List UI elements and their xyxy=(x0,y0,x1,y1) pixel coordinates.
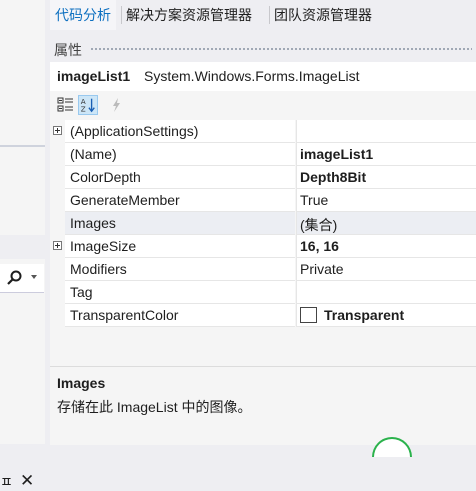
property-name-cell[interactable]: ImageSize xyxy=(65,235,295,258)
dropdown-arrow-icon[interactable] xyxy=(31,275,37,279)
property-value-cell[interactable]: True xyxy=(296,189,476,212)
property-name: Images xyxy=(70,215,116,231)
left-pane-content xyxy=(0,296,45,444)
property-name-cell[interactable]: (ApplicationSettings) xyxy=(65,120,295,143)
object-name: imageList1 xyxy=(57,68,131,84)
title-grip xyxy=(90,47,472,52)
property-name: ImageSize xyxy=(70,238,137,254)
property-value: Depth8Bit xyxy=(300,169,367,185)
property-value-cell[interactable]: 16, 16 xyxy=(296,235,476,258)
property-value: 16, 16 xyxy=(300,238,339,254)
description-title: Images xyxy=(57,375,106,391)
property-row[interactable]: ImageSize 16, 16 xyxy=(50,235,476,258)
property-name: GenerateMember xyxy=(70,192,180,208)
property-value: True xyxy=(300,192,329,208)
property-name: Tag xyxy=(70,284,93,300)
property-row[interactable]: ColorDepth Depth8Bit xyxy=(50,166,476,189)
property-name: Modifiers xyxy=(70,261,127,277)
property-name-cell[interactable]: Modifiers xyxy=(65,258,295,281)
property-name-cell[interactable]: Tag xyxy=(65,281,295,304)
tab-label: 团队资源管理器 xyxy=(274,7,372,23)
property-value: (集合) xyxy=(300,217,338,233)
alphabetical-icon[interactable]: A Z xyxy=(78,95,98,115)
left-search-box[interactable] xyxy=(0,264,44,293)
property-value-cell[interactable]: Transparent xyxy=(296,304,476,327)
tab-code-analysis[interactable]: 代码分析 xyxy=(50,0,116,30)
property-row[interactable]: TransparentColor Transparent xyxy=(50,304,476,327)
property-name: TransparentColor xyxy=(70,307,179,323)
property-name-cell[interactable]: GenerateMember xyxy=(65,189,295,212)
description-text: 存储在此 ImageList 中的图像。 xyxy=(57,399,252,415)
row-gutter xyxy=(50,189,65,212)
properties-toolbar: A Z xyxy=(50,91,476,119)
property-row[interactable]: Modifiers Private xyxy=(50,258,476,281)
panel-title-bar[interactable]: 属性 xyxy=(50,36,476,62)
property-row[interactable]: GenerateMember True xyxy=(50,189,476,212)
object-type: System.Windows.Forms.ImageList xyxy=(144,68,360,84)
panel-title: 属性 xyxy=(54,42,82,58)
property-name-cell[interactable]: (Name) xyxy=(65,143,295,166)
search-icon[interactable] xyxy=(6,269,24,287)
property-row[interactable]: Images (集合) xyxy=(50,212,476,235)
property-value-cell[interactable] xyxy=(296,281,476,304)
property-value: Transparent xyxy=(324,307,405,323)
expand-icon[interactable] xyxy=(53,126,62,135)
tab-label: 解决方案资源管理器 xyxy=(126,7,252,23)
row-gutter xyxy=(50,120,65,143)
close-icon[interactable]: ✕ xyxy=(20,472,34,490)
property-value-cell[interactable]: imageList1 xyxy=(296,143,476,166)
pin-icon[interactable]: ㅍ xyxy=(0,473,13,491)
row-gutter xyxy=(50,235,65,258)
property-value-cell[interactable]: (集合) xyxy=(296,212,476,235)
categorized-icon[interactable] xyxy=(56,95,76,115)
left-pane-header: ㅍ ✕ xyxy=(0,235,45,490)
row-gutter xyxy=(50,258,65,281)
property-value-cell[interactable] xyxy=(296,120,476,143)
row-gutter xyxy=(50,304,65,327)
row-gutter xyxy=(50,143,65,166)
property-row[interactable]: Tag xyxy=(50,281,476,304)
expand-icon[interactable] xyxy=(53,241,62,250)
left-pane-divider xyxy=(0,145,45,147)
row-gutter xyxy=(50,212,65,235)
property-name: (Name) xyxy=(70,146,117,162)
row-gutter xyxy=(50,281,65,304)
properties-panel: 属性 imageList1 System.Windows.Forms.Image… xyxy=(50,36,476,445)
property-row[interactable]: (ApplicationSettings) xyxy=(50,120,476,143)
property-name: (ApplicationSettings) xyxy=(70,123,199,139)
property-value: Private xyxy=(300,261,344,277)
description-pane: Images 存储在此 ImageList 中的图像。 xyxy=(50,366,476,445)
property-name-cell[interactable]: ColorDepth xyxy=(65,166,295,189)
tab-label: 代码分析 xyxy=(55,7,111,23)
property-value: imageList1 xyxy=(300,146,374,162)
tool-window-tabs: 代码分析 解决方案资源管理器 团队资源管理器 xyxy=(50,0,476,30)
svg-text:Z: Z xyxy=(81,104,86,113)
property-row[interactable]: (Name) imageList1 xyxy=(50,143,476,166)
color-swatch xyxy=(300,307,317,323)
lightning-icon[interactable] xyxy=(106,95,126,115)
property-value-cell[interactable]: Depth8Bit xyxy=(296,166,476,189)
row-gutter xyxy=(50,166,65,189)
object-selector[interactable]: imageList1 System.Windows.Forms.ImageLis… xyxy=(50,62,476,91)
tab-team-explorer[interactable]: 团队资源管理器 xyxy=(269,0,377,30)
property-name: ColorDepth xyxy=(70,169,141,185)
property-name-cell[interactable]: TransparentColor xyxy=(65,304,295,327)
property-value-cell[interactable]: Private xyxy=(296,258,476,281)
property-name-cell[interactable]: Images xyxy=(65,212,295,235)
tab-solution-explorer[interactable]: 解决方案资源管理器 xyxy=(121,0,257,30)
